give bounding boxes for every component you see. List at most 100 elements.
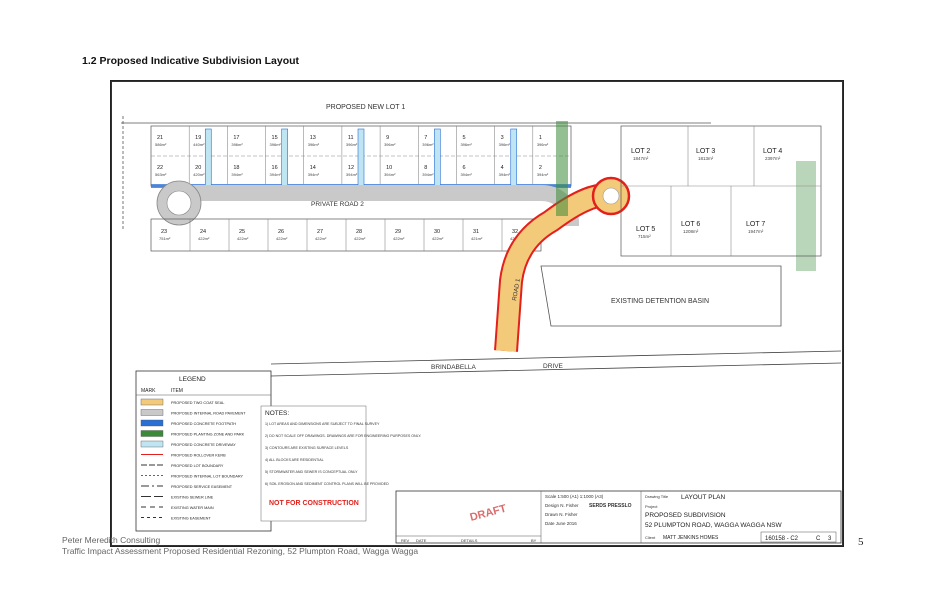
planting-zone-east <box>796 161 816 271</box>
lot-number: 6 <box>462 165 465 171</box>
lot-area: 422m² <box>432 236 444 241</box>
lot-number: 14 <box>310 165 316 171</box>
east-lot-number: LOT 4 <box>763 148 782 155</box>
rev-header-details: DETAILS <box>461 538 478 543</box>
lot-area: 396m² <box>231 142 243 147</box>
rev-header-rev: REV <box>401 538 410 543</box>
legend-item-label: PROPOSED PLANTING ZONE AND PARK <box>171 433 245 437</box>
lot-area: 422m² <box>237 236 249 241</box>
lot-area: 396m² <box>308 142 320 147</box>
tb-drawing-title-label: Drawing Title <box>645 494 669 499</box>
legend: LEGEND MARK ITEM PROPOSED TWO COAT SEAL P… <box>135 370 272 532</box>
lot-area: 420m² <box>193 172 205 177</box>
lot-area: 440m² <box>193 142 205 147</box>
east-lot-number: LOT 5 <box>636 226 655 233</box>
lot-area: 396m² <box>460 142 472 147</box>
concrete-driveway <box>510 128 518 188</box>
lot-number: 8 <box>424 165 427 171</box>
east-lot-area: 2397m² <box>765 156 781 161</box>
lot-area: 394m² <box>422 172 434 177</box>
tb-consultant: SERDS PRESSLO <box>589 503 632 509</box>
east-lot-area: 1208m² <box>683 229 699 234</box>
note-item: 3) CONTOURS ARE EXISTING SURFACE LEVELS <box>265 446 349 450</box>
lot-number: 21 <box>157 135 163 141</box>
subdivision-plan-drawing: PROPOSED NEW LOT 1 21 586m² 19 440m² 17 396m²… <box>110 80 844 547</box>
legend-item-label: EXISTING SEWER LINE <box>171 496 214 500</box>
lot-number: 13 <box>310 135 316 141</box>
detention-basin-label: EXISTING DETENTION BASIN <box>611 298 709 305</box>
lot-area: 394m² <box>308 172 320 177</box>
lot-area: 396m² <box>422 142 434 147</box>
concrete-driveway <box>281 128 288 188</box>
legend-item-label: PROPOSED TWO COAT SEAL <box>171 401 224 405</box>
note-item: 4) ALL BLOCKS ARE RESIDENTIAL <box>265 458 324 462</box>
lot-number: 10 <box>386 165 392 171</box>
tb-rev: C <box>816 536 821 542</box>
lot-number: 18 <box>233 165 239 171</box>
note-item: 2) DO NOT SCALE OFF DRAWINGS. DRAWINGS A… <box>265 434 421 438</box>
legend-swatch <box>140 419 164 427</box>
legend-item-label: EXISTING WATER MAIN <box>171 506 214 510</box>
lot-area: 396m² <box>346 142 358 147</box>
tb-client: MATT JENKINS HOMES <box>663 535 719 541</box>
tb-project-label: Project <box>645 504 658 509</box>
tb-date: Date June 2016 <box>545 521 577 526</box>
legend-swatch <box>140 398 164 406</box>
lot-area: 563m² <box>155 172 167 177</box>
lot-area: 422m² <box>198 236 210 241</box>
lot-number: 28 <box>356 229 362 235</box>
lot-area: 394m² <box>270 172 282 177</box>
lot-area: 394m² <box>346 172 358 177</box>
footer-document-title: Traffic Impact Assessment Proposed Resid… <box>62 546 419 556</box>
legend-item-label: PROPOSED INTERNAL ROAD PAVEMENT <box>171 412 246 416</box>
lot-number: 16 <box>272 165 278 171</box>
east-lot-number: LOT 7 <box>746 221 765 228</box>
lot-number: 23 <box>161 229 167 235</box>
lot-area: 422m² <box>315 236 327 241</box>
legend-swatch <box>140 440 164 448</box>
lot-number: 9 <box>386 135 389 141</box>
lot-number: 7 <box>424 135 427 141</box>
lot-number: 24 <box>200 229 206 235</box>
lot-area: 396m² <box>499 142 511 147</box>
road-1-island <box>602 187 620 205</box>
legend-title: LEGEND <box>179 376 206 383</box>
lot-area: 396m² <box>384 142 396 147</box>
lot-number: 19 <box>195 135 201 141</box>
tb-scale: Scale 1:500 (A1) 1:1000 (A3) <box>545 494 604 499</box>
not-for-construction-stamp: NOT FOR CONSTRUCTION <box>269 500 359 507</box>
notes-title: NOTES: <box>265 410 289 417</box>
tb-design: Design N. Fisher <box>545 503 579 508</box>
rev-header-by: BY <box>531 538 537 543</box>
lot-area: 394m² <box>231 172 243 177</box>
legend-item-label: PROPOSED ROLLOVER KERB <box>171 454 226 458</box>
legend-col-item: ITEM <box>171 388 183 394</box>
lot-area: 421m² <box>471 236 483 241</box>
concrete-driveway <box>357 128 365 188</box>
lot-number: 20 <box>195 165 201 171</box>
lot-area: 396m² <box>537 142 549 147</box>
lot-area: 422m² <box>354 236 366 241</box>
rev-header-date: DATE <box>416 538 427 543</box>
legend-swatch <box>140 430 164 437</box>
private-road-label: PRIVATE ROAD 2 <box>311 201 364 208</box>
lot-area: 394m² <box>499 172 511 177</box>
lot-area: 396m² <box>270 142 282 147</box>
lot-number: 30 <box>434 229 440 235</box>
lot-area: 422m² <box>276 236 288 241</box>
note-item: 6) SOIL EROSION AND SEDIMENT CONTROL PLA… <box>265 482 389 486</box>
lot-number: 3 <box>501 135 504 141</box>
concrete-driveway <box>204 128 212 188</box>
street-label-2: DRIVE <box>543 363 564 370</box>
cul-de-sac-island <box>166 190 192 216</box>
planting-zone-west <box>556 121 568 216</box>
plan-svg: PROPOSED NEW LOT 1 21586m²19440m²17396m²… <box>111 81 843 546</box>
tb-drawing-no: 160158 - C2 <box>765 536 799 542</box>
tb-drawing-title: LAYOUT PLAN <box>681 494 725 501</box>
lot-area: 394m² <box>460 172 472 177</box>
east-lot-area: 1847m² <box>633 156 649 161</box>
footer-company: Peter Meredith Consulting <box>62 535 161 545</box>
legend-col-mark: MARK <box>141 388 156 394</box>
lot-area: 422m² <box>393 236 405 241</box>
lot-number: 5 <box>462 135 465 141</box>
